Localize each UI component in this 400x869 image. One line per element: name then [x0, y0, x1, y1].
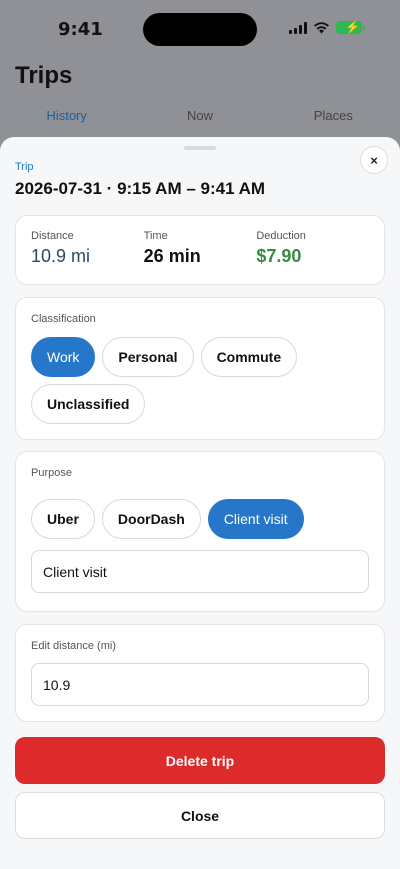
- tab-now[interactable]: Now: [133, 108, 266, 123]
- purpose-input[interactable]: Client visit: [31, 550, 369, 593]
- edit-distance-label: Edit distance (mi): [31, 640, 116, 652]
- stat-time: Time 26 min: [144, 230, 257, 284]
- stat-value: 26 min: [143, 246, 201, 266]
- trip-detail-sheet: × Trip 2026-07-31 · 9:15 AM – 9:41 AM Di…: [0, 137, 400, 869]
- trip-datetime-title: 2026-07-31 · 9:15 AM – 9:41 AM: [15, 179, 266, 198]
- status-bar: 9:41 ⚡: [0, 0, 400, 60]
- status-time: 9:41: [58, 19, 103, 40]
- purpose-options: Uber DoorDash Client visit: [31, 499, 369, 539]
- trip-stats-card: Distance 10.9 mi Time 26 min Deduction $…: [15, 215, 385, 285]
- page-title: Trips: [15, 62, 73, 89]
- stat-value: $7.90: [256, 246, 302, 266]
- classification-card: Classification Work Personal Commute Unc…: [15, 297, 385, 440]
- distance-input[interactable]: 10.9: [31, 663, 369, 706]
- stat-distance: Distance 10.9 mi: [31, 230, 144, 284]
- classification-label: Classification: [31, 313, 96, 325]
- dynamic-island: [143, 13, 257, 46]
- battery-charging-icon: ⚡: [336, 20, 365, 34]
- sheet-label: Trip: [15, 161, 34, 173]
- close-icon[interactable]: ×: [360, 146, 388, 174]
- chip-client-visit[interactable]: Client visit: [207, 499, 304, 539]
- sheet-grabber[interactable]: [184, 146, 216, 150]
- status-icons: ⚡: [289, 20, 365, 34]
- stat-label: Distance: [31, 230, 74, 242]
- chip-doordash[interactable]: DoorDash: [101, 499, 201, 539]
- stat-value: 10.9 mi: [31, 246, 91, 266]
- purpose-card: Purpose Uber DoorDash Client visit Clien…: [15, 451, 385, 612]
- tab-bar: History Now Places: [0, 108, 400, 123]
- wifi-icon: [314, 22, 329, 34]
- stat-deduction: Deduction $7.90: [256, 230, 369, 284]
- stat-label: Deduction: [256, 230, 306, 242]
- chip-unclassified[interactable]: Unclassified: [31, 384, 146, 424]
- chip-commute[interactable]: Commute: [200, 337, 298, 377]
- cellular-signal-icon: [289, 21, 307, 34]
- edit-distance-card: Edit distance (mi) 10.9: [15, 624, 385, 722]
- tab-history[interactable]: History: [0, 108, 133, 123]
- stat-label: Time: [143, 230, 168, 242]
- chip-uber[interactable]: Uber: [31, 499, 95, 539]
- chip-personal[interactable]: Personal: [102, 337, 194, 377]
- chip-work[interactable]: Work: [31, 337, 96, 377]
- classification-options: Work Personal Commute Unclassified: [31, 337, 369, 424]
- tab-places[interactable]: Places: [267, 108, 400, 123]
- close-button[interactable]: Close: [15, 792, 385, 839]
- delete-trip-button[interactable]: Delete trip: [15, 737, 385, 784]
- purpose-label: Purpose: [31, 467, 72, 479]
